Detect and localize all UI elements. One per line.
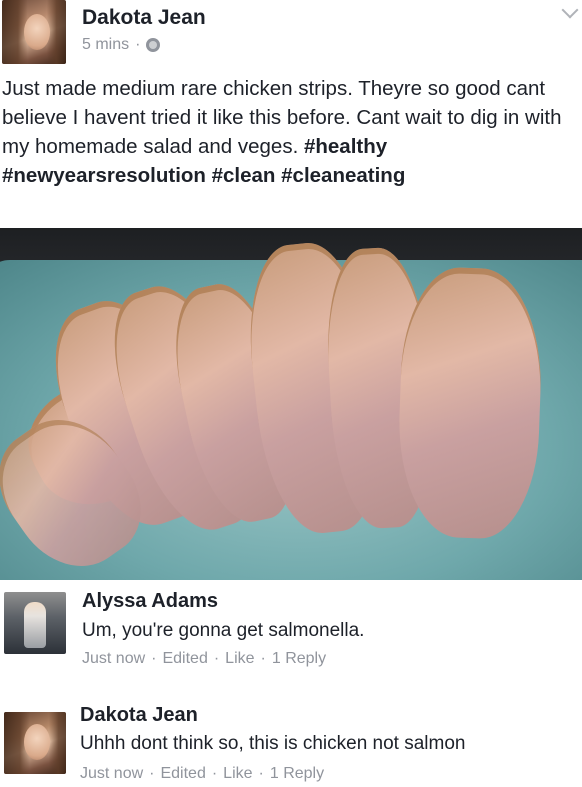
avatar-face xyxy=(24,14,50,50)
post-timestamp[interactable]: 5 mins xyxy=(82,36,129,54)
like-button[interactable]: Like xyxy=(225,650,254,668)
post-meta: 5 mins · xyxy=(82,36,161,54)
author-avatar[interactable] xyxy=(2,0,66,64)
commenter-avatar[interactable] xyxy=(4,712,66,774)
avatar-face xyxy=(24,724,50,760)
post-author-name[interactable]: Dakota Jean xyxy=(82,6,206,30)
globe-icon[interactable] xyxy=(146,38,161,52)
post-header: Dakota Jean 5 mins · xyxy=(0,0,582,70)
edited-label[interactable]: Edited xyxy=(160,765,205,783)
comment: Dakota Jean Uhhh dont think so, this is … xyxy=(0,694,582,787)
commenter-avatar[interactable] xyxy=(4,592,66,654)
post-text: Just made medium rare chicken strips. Th… xyxy=(2,77,562,158)
comment-timestamp[interactable]: Just now xyxy=(82,650,145,668)
action-separator: · xyxy=(258,765,264,782)
reply-count-link[interactable]: 1 Reply xyxy=(272,650,326,668)
action-separator: · xyxy=(211,765,218,782)
comment: Alyssa Adams Um, you're gonna get salmon… xyxy=(0,584,582,680)
action-separator: · xyxy=(151,650,157,667)
avatar-figure xyxy=(24,602,46,648)
post-photo[interactable] xyxy=(0,228,582,580)
comment-text: Uhhh dont think so, this is chicken not … xyxy=(80,733,466,754)
edited-label[interactable]: Edited xyxy=(162,650,207,668)
comment-timestamp[interactable]: Just now xyxy=(80,765,143,783)
comment-author-name[interactable]: Dakota Jean xyxy=(80,704,198,727)
action-separator: · xyxy=(213,650,220,667)
chevron-down-icon[interactable] xyxy=(561,1,579,19)
comment-author-name[interactable]: Alyssa Adams xyxy=(82,590,218,613)
post-body: Just made medium rare chicken strips. Th… xyxy=(2,74,574,190)
action-separator: · xyxy=(149,765,155,782)
action-separator: · xyxy=(260,650,266,667)
comment-actions: Just now · Edited · Like · 1 Reply xyxy=(82,650,326,668)
comment-text: Um, you're gonna get salmonella. xyxy=(82,620,365,641)
chicken-strip xyxy=(395,265,545,541)
meta-separator: · xyxy=(135,36,141,53)
comment-actions: Just now · Edited · Like · 1 Reply xyxy=(80,765,324,783)
reply-count-link[interactable]: 1 Reply xyxy=(270,765,324,783)
like-button[interactable]: Like xyxy=(223,765,252,783)
